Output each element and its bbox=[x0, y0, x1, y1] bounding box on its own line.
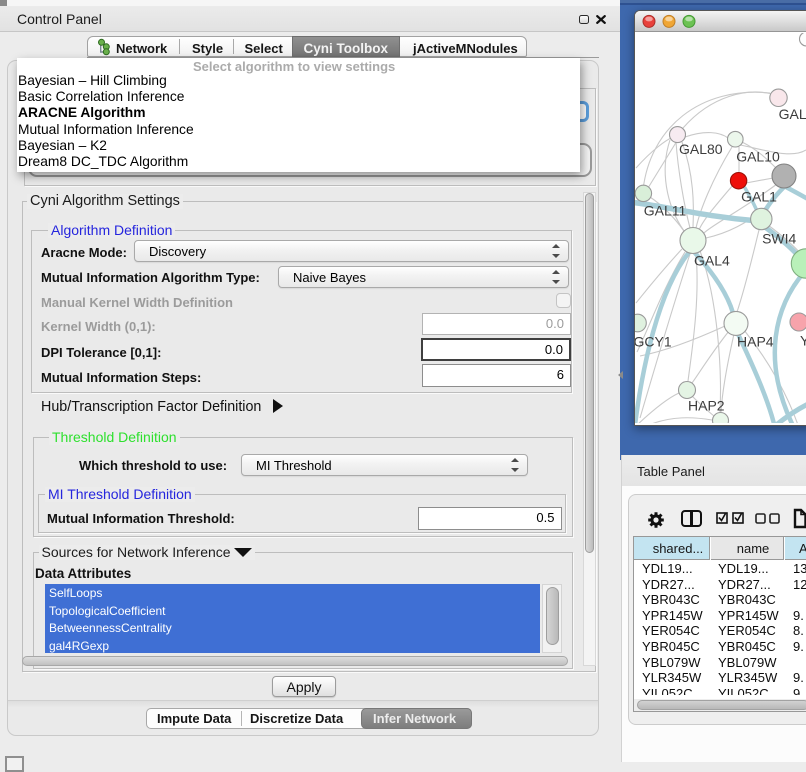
svg-text:HAP2: HAP2 bbox=[688, 398, 725, 414]
svg-text:SWI4: SWI4 bbox=[762, 231, 796, 247]
svg-text:HAP4: HAP4 bbox=[737, 334, 774, 350]
svg-text:GAL80: GAL80 bbox=[679, 141, 723, 157]
svg-text:GAL1: GAL1 bbox=[741, 189, 777, 205]
svg-text:GAL10: GAL10 bbox=[736, 149, 780, 165]
svg-text:GAL4: GAL4 bbox=[694, 253, 730, 269]
svg-text:Y: Y bbox=[800, 333, 806, 349]
svg-text:GCY1: GCY1 bbox=[635, 334, 672, 350]
svg-text:GAL7: GAL7 bbox=[779, 106, 806, 122]
svg-text:GAL11: GAL11 bbox=[644, 203, 687, 219]
